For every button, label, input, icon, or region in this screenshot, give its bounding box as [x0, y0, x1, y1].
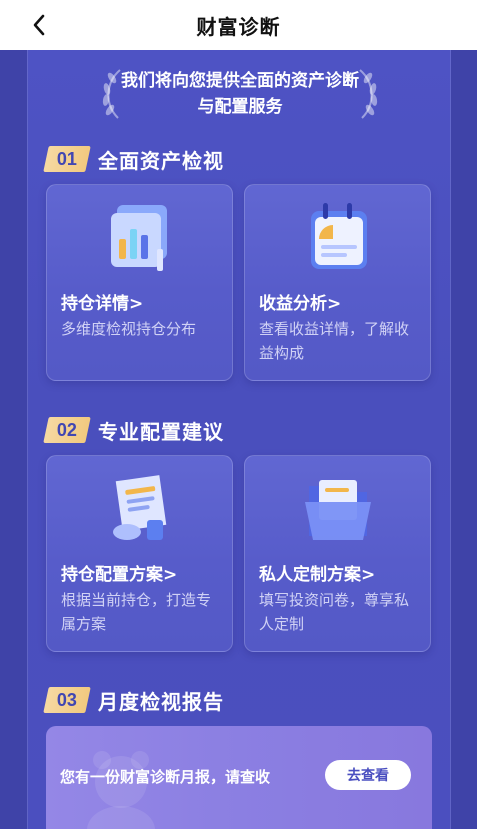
section-number-badge: 02 [43, 417, 91, 443]
section-header-02: 02 专业配置建议 [43, 414, 224, 446]
chart-icon [111, 205, 167, 271]
section-title: 全面资产检视 [98, 148, 224, 173]
card-title: 私人定制方案> [259, 565, 376, 585]
page-title: 财富诊断 [196, 14, 281, 39]
back-button[interactable] [24, 10, 54, 40]
card-description: 填写投资问卷，尊享私人定制 [259, 591, 410, 633]
card-description: 多维度检视持仓分布 [61, 320, 197, 338]
custom-plan-card[interactable]: 私人定制方案> 填写投资问卷，尊享私人定制 [244, 455, 431, 652]
laurel-right-icon [359, 69, 378, 119]
top-nav-bar: 财富诊断 [0, 0, 477, 50]
laurel-left-icon [102, 69, 121, 119]
folder-icon [305, 480, 371, 540]
intro-text: 我们将向您提供全面的资产诊断与配置服务 [121, 71, 359, 117]
section-number-badge: 01 [43, 146, 91, 172]
calendar-icon [311, 203, 367, 269]
card-description: 查看收益详情，了解收益构成 [259, 320, 410, 362]
card-title: 收益分析> [259, 294, 342, 314]
card-description: 根据当前持仓，打造专属方案 [61, 591, 212, 633]
report-notice-text: 您有一份财富诊断月报，请查收 [60, 768, 271, 786]
section-header-03: 03 月度检视报告 [43, 684, 224, 716]
card-title: 持仓详情> [61, 294, 144, 314]
intro-banner: 我们将向您提供全面的资产诊断与配置服务 [28, 64, 452, 124]
card-title: 持仓配置方案> [61, 565, 178, 585]
return-analysis-card[interactable]: 收益分析> 查看收益详情，了解收益构成 [244, 184, 431, 381]
holdings-detail-card[interactable]: 持仓详情> 多维度检视持仓分布 [46, 184, 233, 381]
section-title: 月度检视报告 [98, 689, 224, 714]
section-number-badge: 03 [43, 687, 91, 713]
monthly-report-card[interactable]: 您有一份财富诊断月报，请查收 去查看 [46, 726, 432, 829]
view-report-button[interactable]: 去查看 [325, 760, 411, 790]
back-arrow-icon [33, 14, 45, 36]
diagnosis-panel: 我们将向您提供全面的资产诊断与配置服务 01 全面资产检视 持仓详情> 多维度检… [27, 50, 451, 829]
section-header-01: 01 全面资产检视 [43, 143, 224, 175]
section-title: 专业配置建议 [98, 419, 224, 444]
document-icon [113, 475, 167, 540]
allocation-plan-card[interactable]: 持仓配置方案> 根据当前持仓，打造专属方案 [46, 455, 233, 652]
